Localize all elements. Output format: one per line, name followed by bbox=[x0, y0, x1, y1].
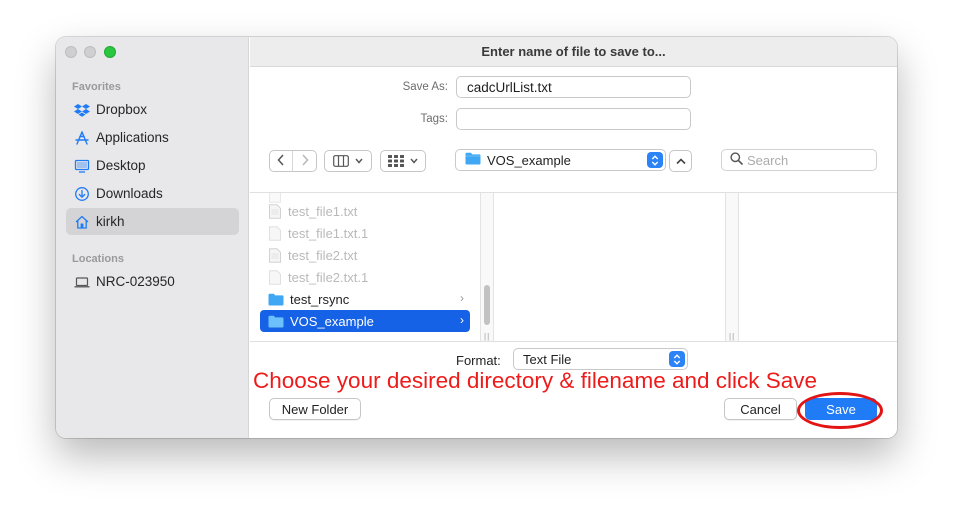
tags-label: Tags: bbox=[420, 113, 449, 125]
file-browser: test_file1.txt test_file1.txt.1 test_fil… bbox=[250, 192, 897, 342]
sidebar-item-nrc-023950[interactable]: NRC-023950 bbox=[66, 268, 239, 295]
dropbox-icon bbox=[74, 102, 90, 118]
collapse-button[interactable] bbox=[669, 150, 692, 172]
back-button[interactable] bbox=[270, 151, 294, 171]
list-item[interactable]: test_file1.txt bbox=[260, 200, 470, 222]
forward-button[interactable] bbox=[293, 151, 316, 171]
sidebar: Favorites Dropbox Applications Desktop D… bbox=[56, 37, 249, 438]
file-icon bbox=[269, 203, 281, 219]
file-icon bbox=[269, 225, 281, 241]
sidebar-item-label: Dropbox bbox=[96, 102, 148, 117]
save-as-input[interactable] bbox=[456, 76, 691, 98]
group-button[interactable] bbox=[380, 150, 426, 172]
file-name: test_file2.txt bbox=[288, 247, 358, 263]
downloads-icon bbox=[74, 186, 90, 202]
sidebar-item-label: kirkh bbox=[96, 214, 125, 229]
desktop-icon bbox=[74, 158, 90, 174]
sidebar-item-label: NRC-023950 bbox=[96, 274, 175, 289]
file-name: test_file1.txt.1 bbox=[288, 225, 369, 241]
locations-heading: Locations bbox=[72, 253, 124, 265]
file-name: test_rsync bbox=[290, 291, 350, 307]
sidebar-item-desktop[interactable]: Desktop bbox=[66, 152, 239, 179]
search-icon bbox=[730, 152, 743, 168]
popup-stepper-icon bbox=[647, 152, 663, 168]
sidebar-item-kirkh[interactable]: kirkh bbox=[66, 208, 239, 235]
chevron-right-icon: › bbox=[460, 291, 464, 305]
column-resize-handle[interactable]: || bbox=[729, 332, 735, 341]
sidebar-item-applications[interactable]: Applications bbox=[66, 124, 239, 151]
location-popup[interactable]: VOS_example bbox=[455, 149, 666, 171]
popup-stepper-icon bbox=[669, 351, 685, 367]
view-mode-button[interactable] bbox=[324, 150, 372, 172]
save-highlight-ellipse bbox=[797, 392, 883, 429]
column-scrollbar[interactable]: || bbox=[480, 193, 494, 341]
back-forward-control bbox=[269, 150, 317, 172]
sidebar-item-label: Applications bbox=[96, 130, 169, 145]
search-field[interactable] bbox=[721, 149, 877, 171]
instruction-annotation: Choose your desired directory & filename… bbox=[253, 368, 818, 393]
chevron-down-icon bbox=[410, 158, 418, 164]
close-window-button[interactable] bbox=[65, 46, 77, 58]
file-name: VOS_example bbox=[290, 313, 374, 329]
chevron-up-icon bbox=[675, 157, 686, 165]
dialog-title: Enter name of file to save to... bbox=[250, 37, 897, 67]
save-as-label: Save As: bbox=[402, 81, 448, 93]
laptop-icon bbox=[74, 274, 90, 290]
folder-icon bbox=[465, 152, 481, 168]
tags-input[interactable] bbox=[456, 108, 691, 130]
folder-icon bbox=[268, 315, 284, 327]
list-item-folder-selected[interactable]: VOS_example › bbox=[260, 310, 470, 332]
folder-icon bbox=[268, 293, 284, 305]
grid-group-icon bbox=[388, 155, 404, 167]
format-popup-value: Text File bbox=[523, 351, 572, 367]
zoom-window-button[interactable] bbox=[104, 46, 116, 58]
file-name: test_file2.txt.1 bbox=[288, 269, 369, 285]
location-popup-value: VOS_example bbox=[487, 152, 571, 168]
sidebar-item-downloads[interactable]: Downloads bbox=[66, 180, 239, 207]
chevron-right-icon bbox=[301, 153, 309, 169]
favorites-heading: Favorites bbox=[72, 81, 121, 93]
chevron-right-icon: › bbox=[460, 313, 464, 327]
home-icon bbox=[74, 214, 90, 230]
file-name: test_file1.txt bbox=[288, 203, 358, 219]
column-divider[interactable]: || bbox=[725, 193, 739, 341]
chevron-down-icon bbox=[355, 158, 363, 164]
list-item-folder[interactable]: test_rsync › bbox=[260, 288, 470, 310]
file-column: test_file1.txt test_file1.txt.1 test_fil… bbox=[250, 193, 480, 341]
sidebar-item-label: Desktop bbox=[96, 158, 146, 173]
applications-icon bbox=[74, 130, 90, 146]
new-folder-button[interactable]: New Folder bbox=[269, 398, 361, 420]
list-item[interactable]: test_file1.txt.1 bbox=[260, 222, 470, 244]
format-label: Format: bbox=[456, 353, 501, 368]
scrollbar-thumb[interactable] bbox=[484, 285, 490, 325]
format-popup[interactable]: Text File bbox=[513, 348, 688, 370]
list-item[interactable]: test_file2.txt bbox=[260, 244, 470, 266]
chevron-left-icon bbox=[277, 153, 285, 169]
file-icon bbox=[269, 269, 281, 285]
column-resize-handle[interactable]: || bbox=[484, 332, 490, 341]
sidebar-item-label: Downloads bbox=[96, 186, 163, 201]
list-item[interactable]: test_file2.txt.1 bbox=[260, 266, 470, 288]
columns-view-icon bbox=[333, 155, 349, 167]
cancel-button[interactable]: Cancel bbox=[724, 398, 797, 420]
file-icon bbox=[269, 247, 281, 263]
sidebar-item-dropbox[interactable]: Dropbox bbox=[66, 96, 239, 123]
search-input[interactable] bbox=[747, 152, 867, 168]
minimize-window-button[interactable] bbox=[84, 46, 96, 58]
